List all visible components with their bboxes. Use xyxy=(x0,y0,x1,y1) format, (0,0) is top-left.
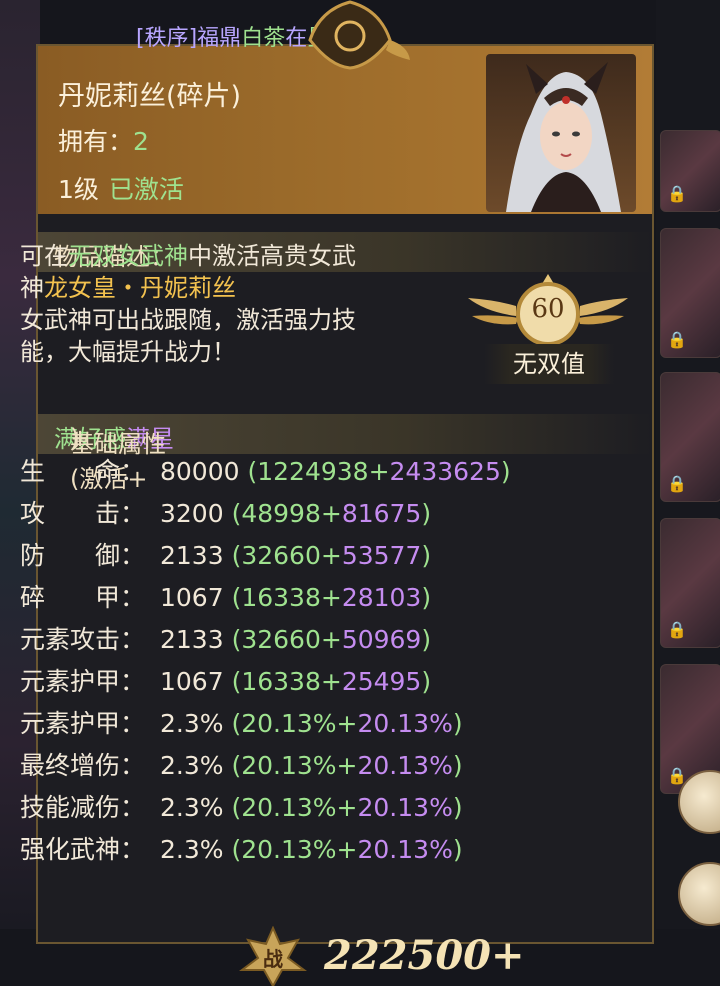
lock-icon: 🔒 xyxy=(667,620,687,639)
stat-label: 技能减伤： xyxy=(20,793,146,822)
stat-row: 最终增伤： 2.3% (20.13%+20.13%) xyxy=(20,746,463,786)
stat-label: 强化武神： xyxy=(20,835,146,864)
desc-line2-pre: 神 xyxy=(20,274,44,302)
stat-row: 技能减伤： 2.3% (20.13%+20.13%) xyxy=(20,788,463,828)
stat-favor-bonus: 16338 xyxy=(241,583,321,612)
item-header: 丹妮莉丝(碎片) 拥有：2 1级 已激活 xyxy=(38,46,652,214)
crest-icon xyxy=(308,0,410,70)
valkyrie-system-link[interactable]: 无双女武神 xyxy=(68,242,188,270)
stat-label: 碎 甲： xyxy=(20,583,146,612)
stat-favor-bonus: 48998 xyxy=(241,499,321,528)
stat-value: 2133 xyxy=(160,625,224,654)
stat-value: 2.3% xyxy=(160,751,224,780)
stat-row: 强化武神： 2.3% (20.13%+20.13%) xyxy=(20,830,463,870)
stat-label: 元素护甲： xyxy=(20,667,146,696)
stats-title-bar: 基础属性 (激活+ 满好感 + 满星) xyxy=(38,414,652,493)
stat-star-bonus: 50969 xyxy=(341,625,422,654)
stat-star-bonus: 20.13% xyxy=(357,751,453,780)
owned-label: 拥有： xyxy=(58,127,134,156)
stat-label: 最终增伤： xyxy=(20,751,146,780)
stat-row: 防 御： 2133 (32660+53577) xyxy=(20,536,431,576)
stat-favor-bonus: 1224938 xyxy=(257,457,369,486)
stat-row: 生 命： 80000 (1224938+2433625) xyxy=(20,452,511,492)
side-slot-4[interactable]: 🔒 xyxy=(660,518,720,648)
stat-star-bonus: 20.13% xyxy=(357,835,453,864)
stat-row: 碎 甲： 1067 (16338+28103) xyxy=(20,578,431,618)
stat-label: 防 御： xyxy=(20,541,146,570)
stat-favor-bonus: 20.13% xyxy=(241,793,337,822)
stat-value: 2.3% xyxy=(160,835,224,864)
desc-line1-pre: 可在 xyxy=(20,242,68,270)
stat-row: 元素护甲： 2.3% (20.13%+20.13%) xyxy=(20,704,463,744)
stat-star-bonus: 53577 xyxy=(341,541,422,570)
stat-value: 2133 xyxy=(160,541,224,570)
stat-bonus: (16338+25495) xyxy=(223,667,432,696)
stat-value: 2.3% xyxy=(160,709,224,738)
item-level: 1级 xyxy=(58,175,99,204)
stats-title: 基础属性 (激活+ 满好感 + 满星) xyxy=(54,419,174,493)
stat-bonus: (48998+81675) xyxy=(223,499,432,528)
stat-label: 攻 击： xyxy=(20,499,146,528)
character-portrait xyxy=(486,54,636,212)
side-slot-1[interactable]: 🔒 xyxy=(660,130,720,212)
stats-title-close: ) xyxy=(70,424,80,452)
power-emblem-char: 战 xyxy=(263,947,283,971)
lock-icon: 🔒 xyxy=(667,474,687,493)
owner-name-plain: 福鼎 xyxy=(197,26,242,51)
stat-value: 3200 xyxy=(160,499,224,528)
stat-favor-bonus: 32660 xyxy=(241,541,321,570)
desc-line1-post: 中激活高贵女武 xyxy=(188,242,356,270)
stat-label: 元素攻击： xyxy=(20,625,146,654)
item-description: 可在无双女武神中激活高贵女武 神龙女皇・丹妮莉丝 女武神可出战跟随，激活强力技 … xyxy=(20,240,415,368)
description-line-2: 神龙女皇・丹妮莉丝 xyxy=(20,272,415,304)
stat-row: 元素攻击： 2133 (32660+50969) xyxy=(20,620,431,660)
stat-star-bonus: 25495 xyxy=(341,667,422,696)
stat-row: 元素护甲： 1067 (16338+25495) xyxy=(20,662,431,702)
stat-label: 生 命： xyxy=(20,457,146,486)
item-name: 丹妮莉丝(碎片) xyxy=(58,81,242,112)
stat-value: 80000 xyxy=(160,457,240,486)
power-emblem-icon: 战 xyxy=(239,926,307,986)
stat-value: 2.3% xyxy=(160,793,224,822)
owner-name-green: 白茶 xyxy=(241,26,286,51)
stat-favor-bonus: 20.13% xyxy=(241,751,337,780)
owned-count: 2 xyxy=(133,127,149,156)
stat-star-bonus: 20.13% xyxy=(357,709,453,738)
lock-icon: 🔒 xyxy=(667,184,687,203)
owned-count-row: 拥有：2 xyxy=(58,122,149,158)
stat-favor-bonus: 20.13% xyxy=(241,709,337,738)
stat-value: 1067 xyxy=(160,667,224,696)
description-line-1: 可在无双女武神中激活高贵女武 xyxy=(20,240,415,272)
stat-bonus: (20.13%+20.13%) xyxy=(223,835,463,864)
stat-value: 1067 xyxy=(160,583,224,612)
stat-star-bonus: 81675 xyxy=(341,499,422,528)
stat-bonus: (32660+53577) xyxy=(223,541,432,570)
stat-star-bonus: 20.13% xyxy=(357,793,453,822)
stat-row: 攻 击： 3200 (48998+81675) xyxy=(20,494,431,534)
power-value: 222500+ xyxy=(324,932,525,979)
stat-favor-bonus: 20.13% xyxy=(241,835,337,864)
stat-bonus: (20.13%+20.13%) xyxy=(223,793,463,822)
stat-bonus: (20.13%+20.13%) xyxy=(223,751,463,780)
lock-icon: 🔒 xyxy=(667,330,687,349)
description-line-4: 能，大幅提升战力！ xyxy=(20,338,236,366)
stat-bonus: (20.13%+20.13%) xyxy=(223,709,463,738)
character-name-link[interactable]: 龙女皇・丹妮莉丝 xyxy=(44,274,236,302)
stat-label: 元素护甲： xyxy=(20,709,146,738)
stat-favor-bonus: 32660 xyxy=(241,625,321,654)
level-row: 1级 已激活 xyxy=(58,170,184,206)
server-bracket: [秩序] xyxy=(136,26,198,51)
activation-status: 已激活 xyxy=(108,175,184,204)
stat-bonus: (16338+28103) xyxy=(223,583,432,612)
description-line-3: 女武神可出战跟随，激活强力技 xyxy=(20,306,356,334)
side-slot-3[interactable]: 🔒 xyxy=(660,372,720,502)
side-slot-2[interactable]: 🔒 xyxy=(660,228,720,358)
stat-bonus: (1224938+2433625) xyxy=(239,457,511,486)
stat-bonus: (32660+50969) xyxy=(223,625,432,654)
musou-value: 60 xyxy=(531,294,565,324)
stat-star-bonus: 28103 xyxy=(341,583,422,612)
stat-favor-bonus: 16338 xyxy=(241,667,321,696)
stat-star-bonus: 2433625 xyxy=(389,457,501,486)
musou-value-label: 无双值 xyxy=(484,344,614,384)
